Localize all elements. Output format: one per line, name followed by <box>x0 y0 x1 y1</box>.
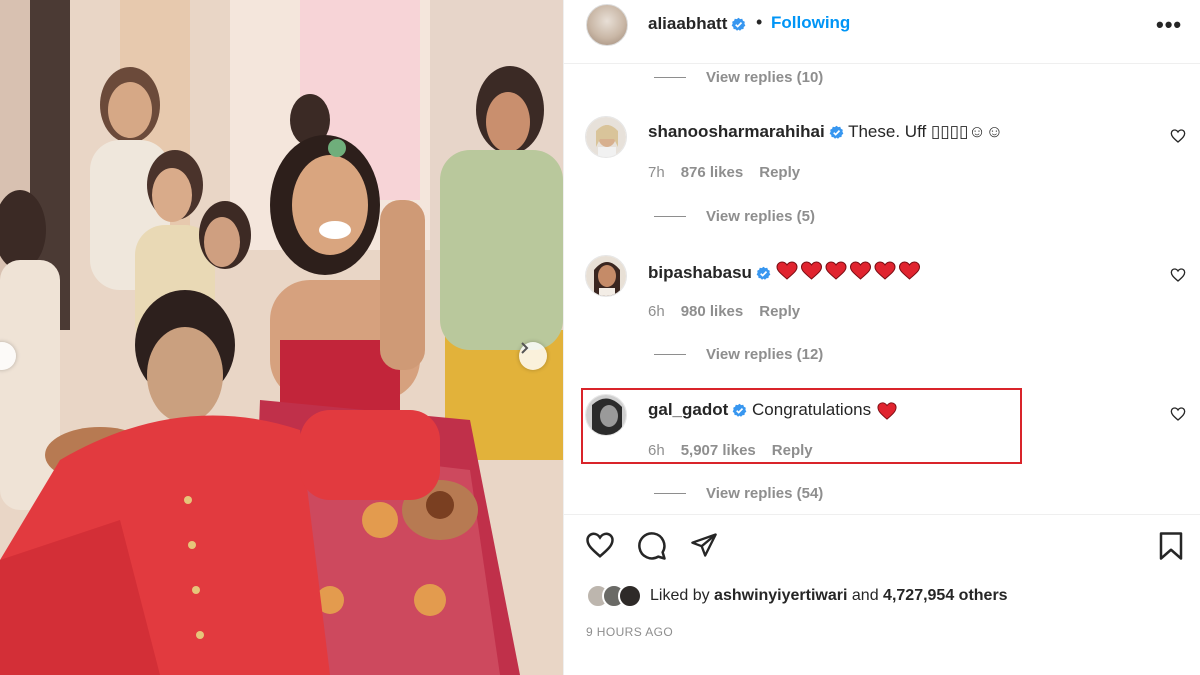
liked-others-link[interactable]: 4,727,954 others <box>883 587 1008 604</box>
comment-meta: 7h 876 likes Reply <box>648 164 816 181</box>
comment-meta: 6h 980 likes Reply <box>648 303 816 320</box>
bookmark-icon[interactable] <box>1158 531 1184 561</box>
liked-user-link[interactable]: ashwinyiyertiwari <box>714 587 847 604</box>
comment-username[interactable]: bipashabasu <box>648 263 752 282</box>
photo-illustration <box>0 0 563 675</box>
liked-by-text: Liked by ashwinyiyertiwari and 4,727,954… <box>650 587 1008 605</box>
post-header: aliaabhatt • Following ••• <box>564 0 1200 64</box>
comment-likes[interactable]: 876 likes <box>681 164 744 181</box>
heart-emoji-row <box>776 261 924 286</box>
view-replies-label: View replies (10) <box>706 68 824 86</box>
view-replies-button[interactable]: View replies (5) <box>654 206 815 226</box>
red-heart-emoji <box>849 261 871 280</box>
red-heart-emoji <box>800 261 822 280</box>
next-photo-button[interactable] <box>519 342 547 370</box>
liked-and: and <box>851 587 879 604</box>
red-heart-emoji <box>874 261 896 280</box>
verified-badge-icon <box>829 125 844 139</box>
avatar-image <box>586 117 626 157</box>
red-heart-emoji <box>825 261 847 280</box>
more-options-button[interactable]: ••• <box>1156 12 1182 38</box>
post-actions: Liked by ashwinyiyertiwari and 4,727,954… <box>564 514 1200 675</box>
comment-body: shanoosharmarahihai These. Uff ▯▯▯▯☺☺ <box>648 122 1003 142</box>
red-heart-emoji <box>898 261 920 280</box>
view-replies-button[interactable]: View replies (12) <box>654 344 823 364</box>
heart-icon[interactable] <box>1170 406 1186 422</box>
comment-bubble-icon[interactable] <box>637 531 667 561</box>
avatar-image <box>586 256 626 296</box>
verified-badge-icon <box>732 17 746 31</box>
view-replies-button[interactable]: View replies (54) <box>654 483 823 503</box>
red-heart-emoji <box>776 261 798 280</box>
liked-by: Liked by ashwinyiyertiwari and 4,727,954… <box>586 583 1008 609</box>
chevron-right-icon <box>521 342 529 354</box>
avatar <box>618 584 642 608</box>
comment-time[interactable]: 7h <box>648 164 665 181</box>
post-author-name[interactable]: aliaabhatt <box>648 14 727 33</box>
heart-icon[interactable] <box>1170 128 1186 144</box>
comment-item: bipashabasu 6h 980 likes Reply <box>564 255 1200 339</box>
post-photo[interactable] <box>0 0 563 675</box>
highlight-box <box>581 388 1022 464</box>
comment-username[interactable]: shanoosharmarahihai <box>648 122 825 141</box>
view-replies-label: View replies (5) <box>706 207 815 225</box>
replies-divider-line <box>654 76 686 78</box>
reply-button[interactable]: Reply <box>759 164 800 181</box>
avatar[interactable] <box>586 4 628 46</box>
avatar[interactable] <box>585 116 627 158</box>
header-separator: • <box>756 12 763 32</box>
reply-button[interactable]: Reply <box>759 303 800 320</box>
view-replies-label: View replies (12) <box>706 345 824 363</box>
comment-time[interactable]: 6h <box>648 303 665 320</box>
view-replies-label: View replies (54) <box>706 484 824 502</box>
liked-prefix: Liked by <box>650 587 710 604</box>
heart-icon[interactable] <box>1170 267 1186 283</box>
comment-text: These. Uff ▯▯▯▯☺☺ <box>848 122 1004 141</box>
replies-divider-line <box>654 353 686 355</box>
heart-icon[interactable] <box>585 531 615 559</box>
paper-plane-icon[interactable] <box>689 531 719 559</box>
red-heart-emoji-icon <box>776 261 920 280</box>
replies-divider-line <box>654 215 686 217</box>
comment-body: bipashabasu <box>648 261 924 286</box>
avatar[interactable] <box>585 255 627 297</box>
post-timestamp[interactable]: 9 HOURS AGO <box>586 625 673 639</box>
post-detail-panel: aliaabhatt • Following ••• View replies … <box>563 0 1200 675</box>
comment-item: shanoosharmarahihai These. Uff ▯▯▯▯☺☺ 7h… <box>564 116 1200 200</box>
comment-likes[interactable]: 980 likes <box>681 303 744 320</box>
replies-divider-line <box>654 492 686 494</box>
following-button[interactable]: Following <box>771 13 850 33</box>
verified-badge-icon <box>756 266 771 280</box>
view-replies-button[interactable]: View replies (10) <box>654 67 823 87</box>
post-author[interactable]: aliaabhatt <box>648 14 746 34</box>
